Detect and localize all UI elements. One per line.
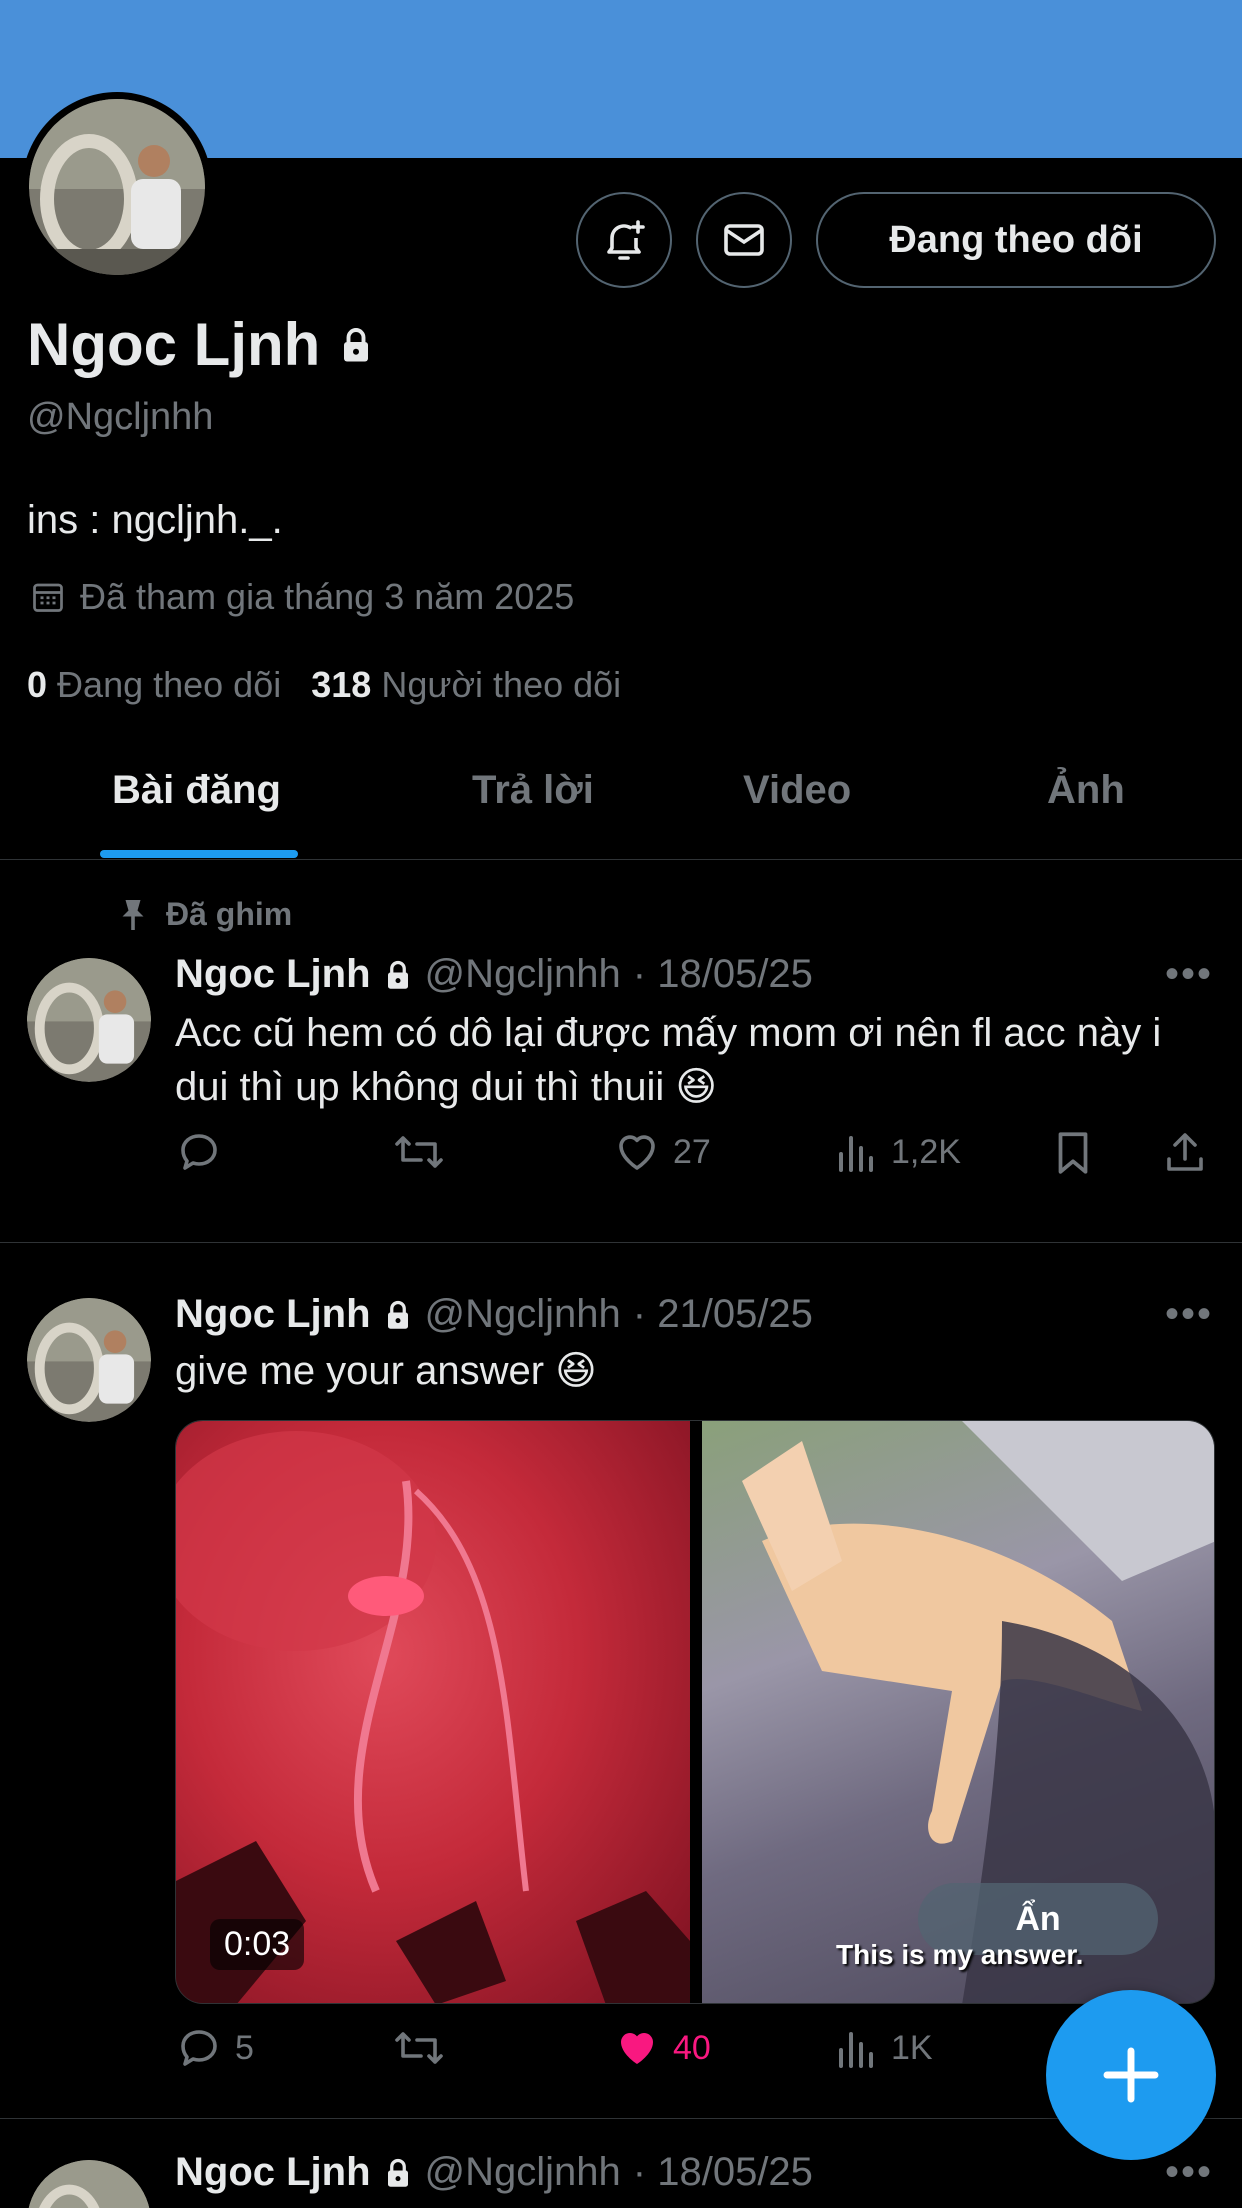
bell-plus-icon — [607, 220, 645, 260]
envelope-icon — [724, 224, 764, 256]
post-avatar[interactable] — [27, 2160, 151, 2208]
compose-post-button[interactable] — [1046, 1990, 1216, 2160]
profile-bio: ins : ngcljnh._. — [27, 498, 283, 542]
joined-text: Đã tham gia tháng 3 năm 2025 — [80, 576, 575, 617]
heart-icon — [619, 1135, 655, 1170]
profile-tabs: Bài đăng Trả lời Video Ảnh — [0, 740, 1242, 860]
tab-photos[interactable]: Ảnh — [1047, 768, 1125, 813]
bookmark-button[interactable] — [1051, 1128, 1095, 1178]
post-author-name[interactable]: Ngoc Ljnh — [175, 1292, 371, 1337]
following-button[interactable]: Đang theo dõi — [816, 192, 1216, 288]
post-author-name[interactable]: Ngoc Ljnh — [175, 2150, 371, 2195]
gif-thumbnail[interactable]: Ẩn This is my answer. — [702, 1421, 1214, 2003]
post-header: Ngoc Ljnh @Ngcljnhh · 18/05/25 — [175, 2150, 813, 2195]
reply-icon — [181, 2030, 217, 2066]
post-media[interactable]: 0:03 Ẩn This is my answer. — [175, 1420, 1215, 2004]
post-avatar[interactable] — [27, 1298, 151, 1422]
views-button[interactable]: 1K — [835, 2024, 933, 2072]
lock-icon — [344, 327, 369, 361]
post-text: Acc cũ hem có dô lại được mấy mom ơi nên… — [175, 1011, 1162, 1109]
like-count: 27 — [673, 1132, 711, 1171]
post-date: · 18/05/25 — [632, 952, 813, 996]
tab-posts[interactable]: Bài đăng — [112, 768, 281, 813]
post-more-icon[interactable]: ••• — [1165, 952, 1213, 997]
lock-icon — [387, 960, 408, 989]
post-more-icon[interactable]: ••• — [1165, 2150, 1213, 2195]
view-count: 1K — [891, 2028, 933, 2067]
profile-name: Ngoc Ljnh — [27, 311, 321, 378]
post-divider — [0, 2118, 1242, 2119]
repost-icon — [395, 2032, 443, 2064]
post-author-handle[interactable]: @Ngcljnhh — [425, 2150, 621, 2195]
followers-count: 318 — [311, 664, 372, 705]
profile-name-row: Ngoc Ljnh — [27, 310, 374, 379]
tab-replies[interactable]: Trả lời — [472, 768, 594, 813]
plus-icon — [1103, 2047, 1159, 2103]
profile-handle: @Ngcljnhh — [27, 396, 214, 438]
post-avatar[interactable] — [27, 958, 151, 1082]
views-icon — [839, 1136, 873, 1172]
post-divider — [0, 1242, 1242, 1243]
post-author-name[interactable]: Ngoc Ljnh — [175, 952, 371, 997]
post-author-handle[interactable]: @Ngcljnhh — [425, 952, 621, 997]
views-button[interactable]: 1,2K — [835, 1128, 961, 1176]
following-stat[interactable]: 0 Đang theo dõi — [27, 664, 281, 706]
pinned-text: Đã ghim — [166, 896, 293, 932]
pin-icon — [122, 899, 144, 930]
active-tab-indicator — [100, 850, 298, 858]
share-button[interactable] — [1161, 1128, 1209, 1178]
pinned-label: Đã ghim — [118, 896, 292, 933]
reply-count: 5 — [235, 2028, 254, 2067]
post-date: · 21/05/25 — [632, 1292, 813, 1336]
post-actions: 27 1,2K — [175, 1128, 1215, 1188]
joined-date: Đã tham gia tháng 3 năm 2025 — [30, 576, 574, 618]
follow-stats: 0 Đang theo dõi 318 Người theo dõi — [27, 664, 621, 706]
reply-icon — [181, 1134, 217, 1170]
post-more-icon[interactable]: ••• — [1165, 1292, 1213, 1337]
gif-caption: This is my answer. — [836, 1939, 1084, 1970]
view-count: 1,2K — [891, 1132, 961, 1171]
reply-button[interactable]: 5 — [175, 2024, 254, 2072]
views-icon — [839, 2032, 873, 2068]
message-button[interactable] — [696, 192, 792, 288]
calendar-icon — [33, 583, 63, 612]
repost-icon — [395, 1136, 443, 1168]
post-text: give me your answer 😆 — [175, 1349, 597, 1393]
followers-stat[interactable]: 318 Người theo dõi — [311, 664, 621, 706]
profile-avatar[interactable] — [22, 92, 212, 282]
repost-button[interactable] — [393, 1128, 445, 1176]
following-count: 0 — [27, 664, 48, 705]
lock-icon — [387, 1300, 408, 1329]
notification-bell-button[interactable] — [576, 192, 672, 288]
video-thumbnail[interactable]: 0:03 — [176, 1421, 690, 2003]
lock-icon — [387, 2158, 408, 2187]
tab-video[interactable]: Video — [743, 768, 851, 813]
post-date: · 18/05/25 — [632, 2150, 813, 2194]
post-header: Ngoc Ljnh @Ngcljnhh · 21/05/25 — [175, 1292, 813, 1337]
post-author-handle[interactable]: @Ngcljnhh — [425, 1292, 621, 1337]
video-duration: 0:03 — [210, 1919, 305, 1970]
repost-button[interactable] — [393, 2024, 445, 2072]
heart-filled-icon — [621, 2033, 653, 2064]
share-icon — [1167, 1133, 1203, 1171]
like-button[interactable]: 27 — [613, 1128, 711, 1176]
reply-button[interactable] — [175, 1128, 223, 1176]
post-header: Ngoc Ljnh @Ngcljnhh · 18/05/25 — [175, 952, 813, 997]
bookmark-icon — [1058, 1132, 1088, 1174]
like-count: 40 — [673, 2028, 711, 2067]
followers-label: Người theo dõi — [381, 664, 622, 705]
like-button[interactable]: 40 — [613, 2024, 711, 2072]
following-label: Đang theo dõi — [57, 664, 282, 705]
